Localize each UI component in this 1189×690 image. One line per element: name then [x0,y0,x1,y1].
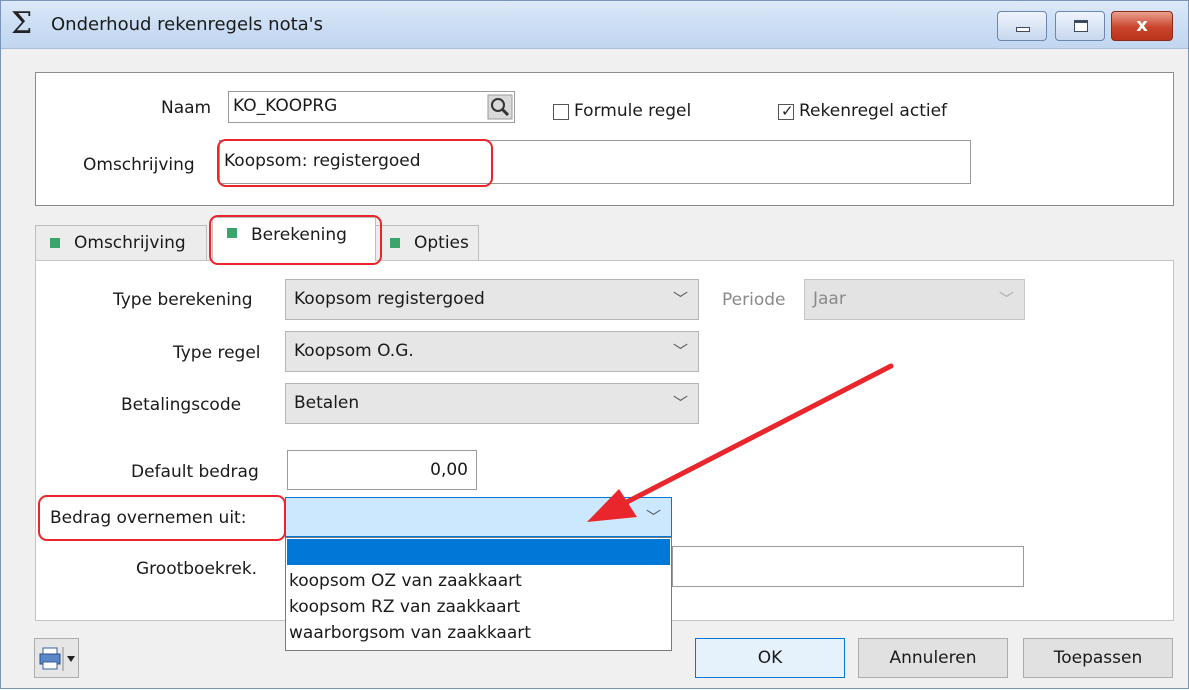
arrow-head [587,489,637,522]
dialog-window: Σ Onderhoud rekenregels nota's x Naam KO… [0,0,1189,689]
ok-button[interactable]: OK [695,638,845,678]
dropdown-arrow-icon [67,656,75,662]
printer-icon [39,647,75,671]
annotation-arrow [587,363,894,522]
toepassen-button[interactable]: Toepassen [1023,638,1173,678]
arrow-shaft [620,363,894,507]
annuleren-button[interactable]: Annuleren [858,638,1008,678]
print-button[interactable] [34,638,79,678]
